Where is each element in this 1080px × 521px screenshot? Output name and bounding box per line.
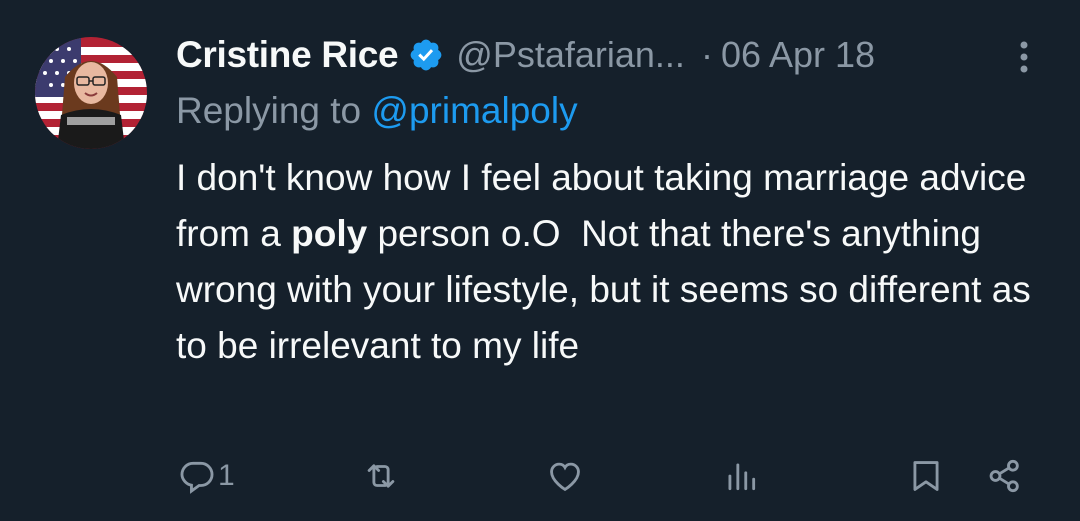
reply-icon [180, 461, 214, 494]
like-button[interactable] [546, 456, 584, 496]
reply-count: 1 [218, 459, 235, 492]
header-separator: · [700, 34, 713, 75]
tweet-text: I don't know how I feel about taking mar… [176, 150, 1056, 374]
views-bar-chart-icon [728, 463, 756, 491]
replying-mention-link[interactable]: @primalpoly [371, 90, 577, 131]
author-name[interactable]: Cristine Rice [176, 34, 399, 76]
reply-button[interactable]: 1 [178, 456, 235, 496]
heart-icon [550, 462, 580, 492]
tweet-date[interactable]: 06 Apr 18 [721, 34, 875, 76]
author-handle[interactable]: @Pstafarian... [456, 34, 685, 76]
share-icon [989, 459, 1019, 493]
action-bar: 1 [0, 448, 1080, 504]
verified-badge-icon[interactable] [408, 37, 444, 73]
bookmark-button[interactable] [907, 456, 945, 496]
retweet-icon [367, 464, 395, 488]
more-vertical-icon[interactable] [1010, 38, 1038, 78]
avatar-photo [35, 37, 147, 149]
share-button[interactable] [986, 456, 1024, 496]
retweet-button[interactable] [362, 456, 400, 496]
replying-prefix: Replying to [176, 90, 362, 131]
views-button[interactable] [722, 456, 760, 496]
tweet-header: Cristine Rice @Pstafarian... · 06 Apr 18 [176, 30, 875, 80]
replying-to: Replying to @primalpoly [176, 90, 578, 132]
tweet-text-highlight: poly [291, 213, 368, 254]
bookmark-icon [913, 461, 939, 491]
avatar[interactable] [35, 37, 147, 149]
